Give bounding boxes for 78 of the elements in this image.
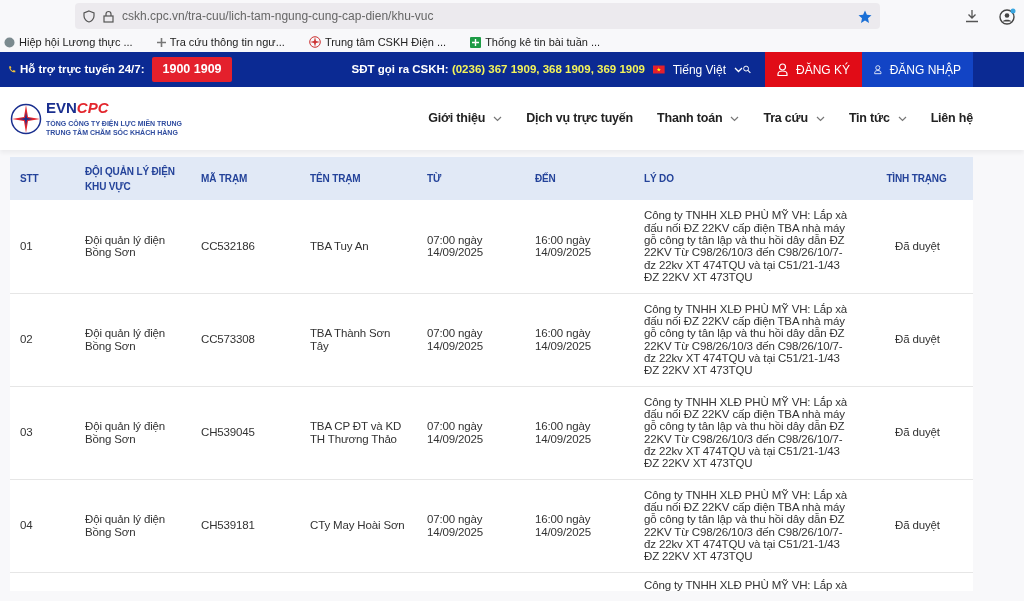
user-icon (777, 63, 788, 76)
table-cell: Công ty TNHH XLĐ PHÙ MỸ VH: Lắp xà đấu nối ĐZ 22KV cấp điện TBA nhà máy gỗ công ty tân lập và thu hồi dây dẫn ĐZ 22KV Từ C98/26/10/3 đến C98/26/10/7-đz 22kv XT 474TQU và tại C51/21-1/43 ĐZ 22KV XT 473TQU (644, 395, 848, 470)
table-cell: CH539045 (201, 426, 255, 439)
bookmark[interactable]: Tra cứu thông tin ngư... (156, 33, 285, 51)
table-cell: 04 (20, 519, 33, 532)
table-cell: Đã duyệt (895, 333, 940, 346)
table-cell: 16:00 ngày 14/09/2025 (535, 327, 592, 352)
hotline-label: Hỗ trợ trực tuyến 24/7: (19, 61, 145, 78)
user-icon (874, 63, 882, 76)
cskh-phone-text: SĐT gọi ra CSKH: (0236) 367 1909, 368 1909, 369 1909 (351, 61, 645, 78)
spreadsheet-icon (470, 36, 482, 48)
search-icon[interactable] (743, 63, 751, 76)
table-cell: 02 (20, 333, 33, 346)
table-cell: Đội quản lý điện Bồng Sơn (85, 513, 166, 538)
column-header: ĐẾN (535, 173, 556, 184)
logo-icon (10, 102, 42, 135)
chevron-down-icon (815, 115, 825, 122)
chevron-down-icon (734, 66, 744, 73)
table-cell: Đội quản lý điện Bồng Sơn (85, 233, 166, 259)
table-cell: 07:00 ngày 14/09/2025 (427, 327, 484, 352)
table-cell: Công ty TNHH XLĐ PHÙ MỸ VH: Lắp xà đấu nối ĐZ 22KV cấp điện TBA nhà máy gỗ công ty tân lập và thu hồi dây dẫn ĐZ 22KV Từ C98/26/10/3 đến C98/26/10/7-đz 22kv XT 474TQU và tại C51/21-1/43 ĐZ 22KV XT 473TQU (644, 488, 848, 563)
table-cell: 07:00 ngày 14/09/2025 (427, 233, 484, 259)
bookmark-star-icon[interactable] (858, 9, 872, 24)
column-header: MÃ TRẠM (201, 173, 248, 184)
column-header: LÝ DO (644, 173, 674, 184)
table-cell: Đã duyệt (895, 519, 940, 532)
account-icon[interactable] (999, 7, 1016, 25)
table-cell: Đã duyệt (895, 426, 940, 439)
table-cell: CC573308 (201, 333, 255, 346)
table-cell: 03 (20, 426, 33, 439)
url-text: cskh.cpc.vn/tra-cuu/lich-tam-ngung-cung-cap-dien/khu-vuc (122, 8, 434, 25)
lock-icon (103, 9, 114, 23)
table-cell: TBA Tuy An (310, 240, 369, 253)
flag-icon (653, 63, 665, 76)
nav-menu-item[interactable]: Giới thiệu (428, 109, 503, 128)
table-cell: TBA Thành Sơn Tây (310, 327, 391, 352)
column-header: ĐỘI QUẢN LÝ ĐIỆN KHU VỰC (85, 165, 175, 192)
table-cell: TBA CP ĐT và KD TH Thương Thảo (310, 420, 402, 445)
nav-menu-item[interactable]: Liên hệ (930, 109, 973, 128)
nav-menu-item[interactable]: Tra cứu (763, 109, 825, 128)
hotline-number[interactable]: 1900 1909 (152, 57, 232, 82)
table-cell: 01 (20, 240, 33, 253)
table-cell: Công ty TNHH XLĐ PHÙ MỸ VH: Lắp xà đấu nối ĐZ 22KV cấp điện TBA nhà máy gỗ công ty tân lập và thu hồi dây dẫn ĐZ 22KV Từ C98/26/10/3 đến C98/26/10/7-đz 22kv XT 474TQU và tại C51/21-1/43 ĐZ 22KV XT 473TQU (644, 209, 848, 283)
nav-menu-item[interactable]: Thanh toán (657, 109, 740, 128)
table-cell: Đã duyệt (895, 240, 940, 253)
bookmark[interactable]: Trung tâm CSKH Điện ... (308, 33, 447, 51)
register-button[interactable]: ĐĂNG KÝ (765, 52, 862, 87)
table-cell: Đội quản lý điện Bồng Sơn (85, 327, 166, 352)
column-header: TỪ (427, 173, 442, 184)
address-bar[interactable]: cskh.cpc.vn/tra-cuu/lich-tam-ngung-cung-cap-dien/khu-vuc (75, 3, 880, 29)
login-button[interactable]: ĐĂNG NHẬP (862, 52, 973, 87)
column-header: TÊN TRẠM (310, 173, 361, 184)
table-cell: 07:00 ngày 14/09/2025 (427, 420, 484, 445)
table-cell: CC532186 (201, 240, 255, 253)
download-icon[interactable] (965, 9, 979, 23)
table-cell: Công ty TNHH XLĐ PHÙ MỸ VH: Lắp xà đấu nối ĐZ 22KV cấp điện TBA nhà máy gỗ công ty tân lập và thu hồi dây dẫn ĐZ 22KV Từ C98/26/10/3 đến C98/26/10/7-đz 22kv XT 474TQU và tại C51/21-1/43 ĐZ 22KV XT 473TQU (644, 302, 848, 377)
table-cell: CTy May Hoài Sơn (310, 519, 405, 532)
bookmark[interactable]: Thống kê tin bài tuần ... (470, 33, 601, 51)
table-cell: 07:00 ngày 14/09/2025 (427, 513, 484, 538)
shield-icon (83, 9, 95, 23)
chevron-down-icon (730, 115, 740, 122)
table-cell: CH539181 (201, 519, 255, 532)
table-cell: 16:00 ngày 14/09/2025 (535, 513, 592, 538)
table-cell: 16:00 ngày 14/09/2025 (535, 420, 592, 445)
nav-menu-item[interactable]: Tin tức (848, 109, 907, 128)
nav-menu-item[interactable]: Dịch vụ trực tuyến (526, 109, 634, 128)
table-cell: Đội quản lý điện Bồng Sơn (85, 420, 166, 445)
bookmark[interactable]: Hiệp hội Lương thực ... (4, 33, 133, 51)
plus-icon (156, 37, 166, 47)
brand-name: EVNCPC (46, 99, 110, 115)
table-cell: Công ty TNHH XLĐ PHÙ MỸ VH: Lắp xà (644, 578, 848, 591)
language-dropdown[interactable]: Tiếng Việt (672, 60, 744, 79)
column-header: TÌNH TRẠNG (886, 173, 947, 184)
table-cell: 16:00 ngày 14/09/2025 (535, 233, 592, 259)
column-header: STT (20, 173, 39, 184)
chevron-down-icon (897, 115, 907, 122)
compass-star-icon (308, 36, 321, 48)
chevron-down-icon (493, 115, 503, 122)
